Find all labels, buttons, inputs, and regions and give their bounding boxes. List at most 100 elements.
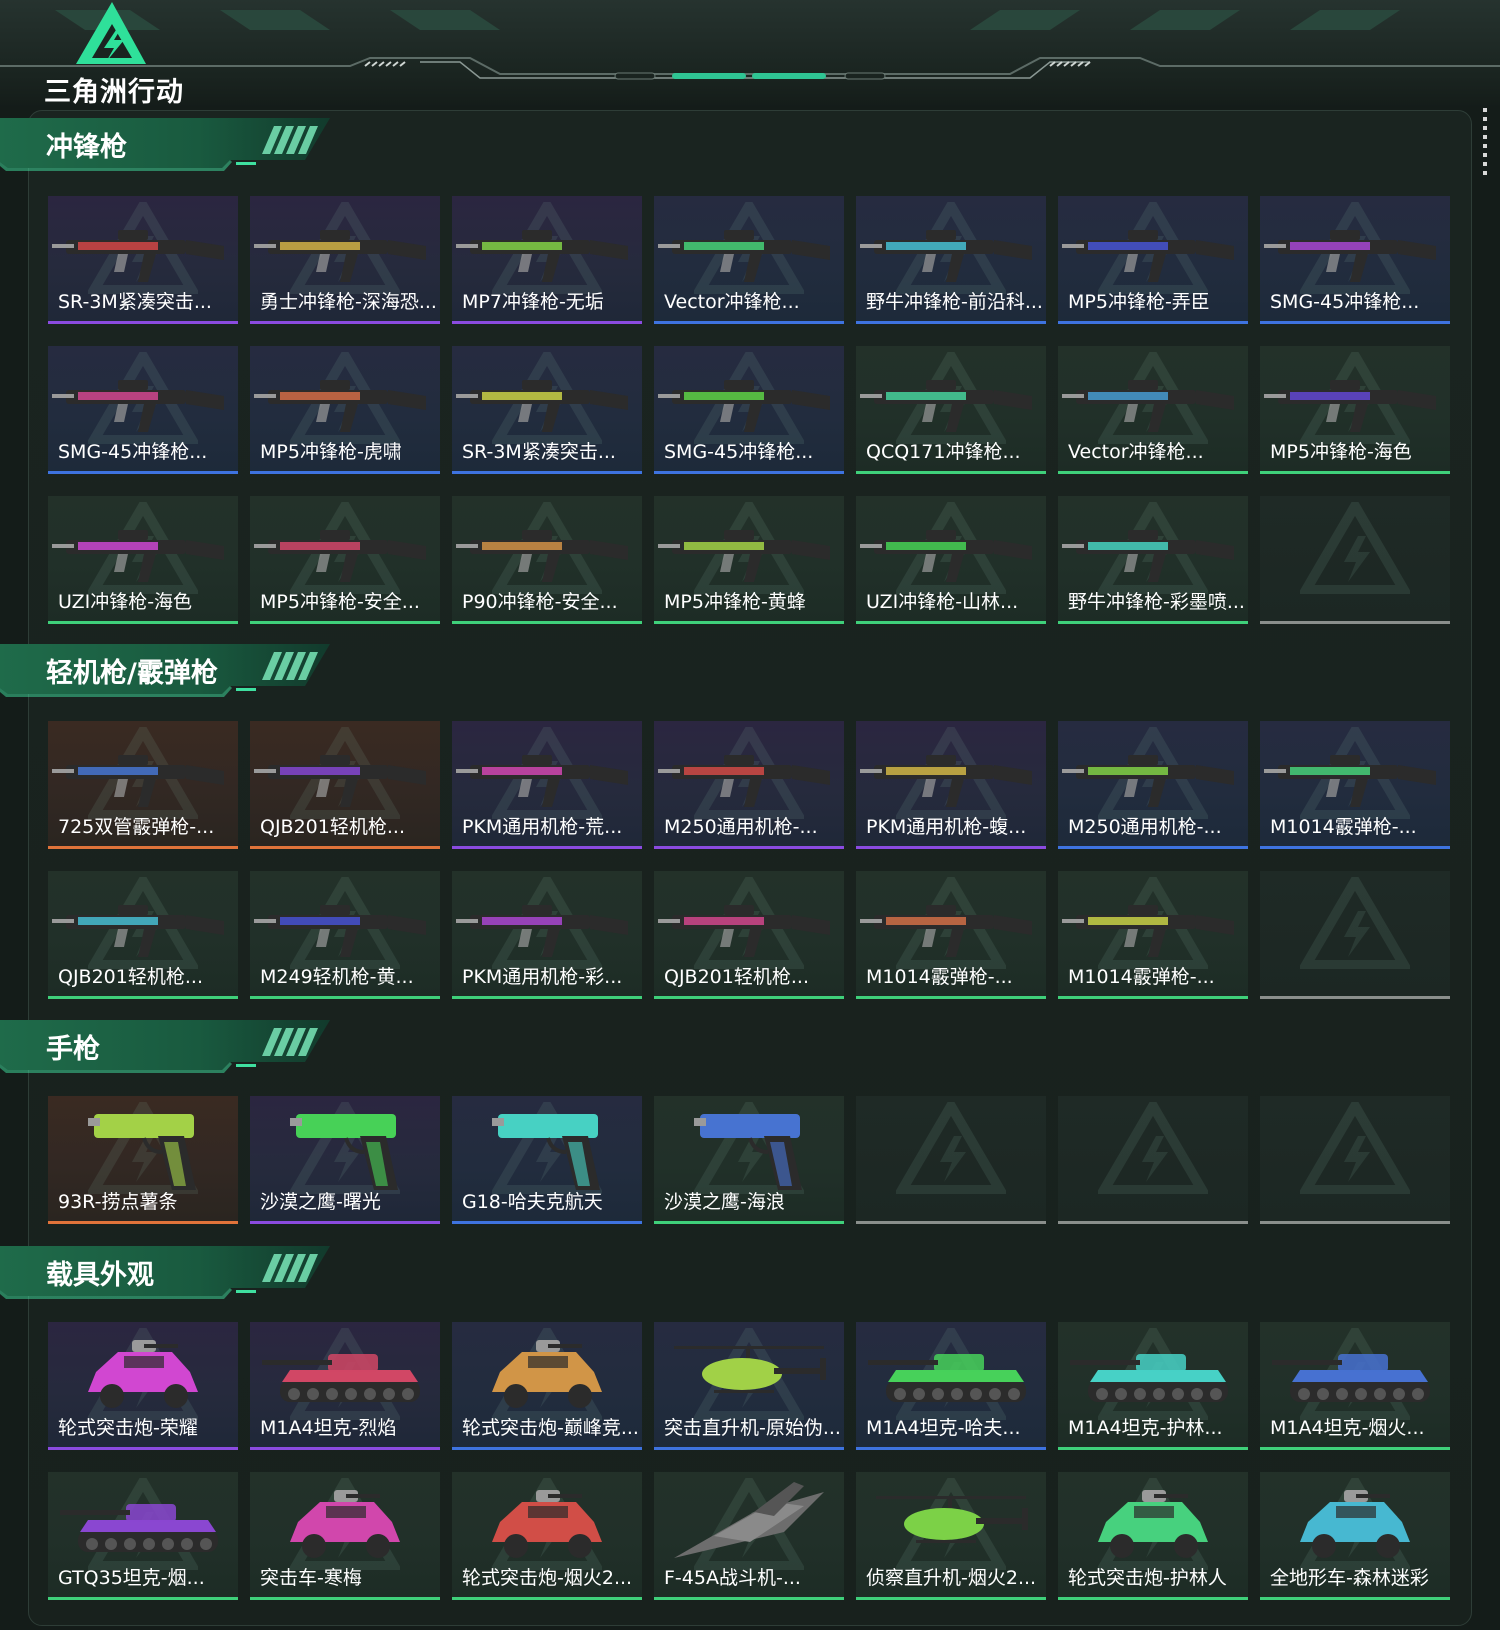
item-card[interactable]: 沙漠之鹰-曙光 <box>250 1096 440 1224</box>
item-label: 野牛冲锋枪-前沿科... <box>866 291 1043 313</box>
item-card[interactable]: MP7冲锋枪-无垢 <box>452 196 642 324</box>
item-card[interactable]: MP5冲锋枪-安全... <box>250 496 440 624</box>
item-label: GTQ35坦克-烟... <box>58 1567 205 1589</box>
item-card[interactable]: 突击车-寒梅 <box>250 1472 440 1600</box>
item-card[interactable]: QCQ171冲锋枪... <box>856 346 1046 474</box>
item-label: PKM通用机枪-荒... <box>462 816 623 838</box>
item-card[interactable]: 勇士冲锋枪-深海恐... <box>250 196 440 324</box>
item-card[interactable]: M250通用机枪-... <box>654 721 844 849</box>
item-card[interactable]: 突击直升机-原始伪... <box>654 1322 844 1450</box>
item-card[interactable]: 野牛冲锋枪-前沿科... <box>856 196 1046 324</box>
item-card[interactable]: GTQ35坦克-烟... <box>48 1472 238 1600</box>
item-card[interactable]: 725双管霰弹枪-... <box>48 721 238 849</box>
item-card[interactable]: P90冲锋枪-安全... <box>452 496 642 624</box>
item-label: M1A4坦克-烈焰 <box>260 1417 397 1439</box>
item-card[interactable]: Vector冲锋枪... <box>654 196 844 324</box>
item-label: 野牛冲锋枪-彩墨喷... <box>1068 591 1245 613</box>
item-card[interactable]: SMG-45冲锋枪... <box>1260 196 1450 324</box>
item-label: M250通用机枪-... <box>1068 816 1222 838</box>
item-card[interactable]: Vector冲锋枪... <box>1058 346 1248 474</box>
item-label: 93R-捞点薯条 <box>58 1191 178 1213</box>
item-label: P90冲锋枪-安全... <box>462 591 618 613</box>
item-card[interactable]: F-45A战斗机-... <box>654 1472 844 1600</box>
section-header: 冲锋枪 <box>0 118 340 174</box>
item-label: 侦察直升机-烟火2... <box>866 1567 1037 1589</box>
item-label: M250通用机枪-... <box>664 816 818 838</box>
item-label: 沙漠之鹰-海浪 <box>664 1191 785 1213</box>
item-card[interactable]: M1A4坦克-烈焰 <box>250 1322 440 1450</box>
item-grid: 轮式突击炮-荣耀 M1A4坦克-烈焰 轮式突击炮-巅峰竞... 突击直升机-原始… <box>48 1322 1450 1600</box>
item-label: MP7冲锋枪-无垢 <box>462 291 604 313</box>
item-card[interactable]: SR-3M紧凑突击... <box>452 346 642 474</box>
item-card[interactable]: M1A4坦克-烟火... <box>1260 1322 1450 1450</box>
item-label: 全地形车-森林迷彩 <box>1270 1567 1429 1589</box>
item-card[interactable]: G18-哈夫克航天 <box>452 1096 642 1224</box>
item-card[interactable]: PKM通用机枪-蝮... <box>856 721 1046 849</box>
item-card[interactable]: M1A4坦克-哈夫... <box>856 1322 1046 1450</box>
brand-logo-text: 三角洲行动 <box>44 77 184 108</box>
item-label: MP5冲锋枪-弄臣 <box>1068 291 1210 313</box>
item-grid: 725双管霰弹枪-... QJB201轻机枪... PKM通用机枪-荒... M… <box>48 721 1450 999</box>
item-card[interactable]: M1A4坦克-护林... <box>1058 1322 1248 1450</box>
item-label: QJB201轻机枪... <box>664 966 809 988</box>
item-label: MP5冲锋枪-海色 <box>1270 441 1412 463</box>
item-label: Vector冲锋枪... <box>664 291 800 313</box>
empty-item-slot <box>1260 1096 1450 1224</box>
watermark-logo-icon <box>896 1102 1006 1194</box>
item-card[interactable]: 轮式突击炮-荣耀 <box>48 1322 238 1450</box>
item-card[interactable]: 野牛冲锋枪-彩墨喷... <box>1058 496 1248 624</box>
item-label: MP5冲锋枪-安全... <box>260 591 420 613</box>
item-card[interactable]: SMG-45冲锋枪... <box>48 346 238 474</box>
item-label: G18-哈夫克航天 <box>462 1191 603 1213</box>
section-title: 载具外观 <box>46 1260 154 1291</box>
section-title: 手枪 <box>46 1034 100 1065</box>
item-label: Vector冲锋枪... <box>1068 441 1204 463</box>
item-card[interactable]: QJB201轻机枪... <box>654 871 844 999</box>
item-card[interactable]: M250通用机枪-... <box>1058 721 1248 849</box>
item-card[interactable]: 侦察直升机-烟火2... <box>856 1472 1046 1600</box>
item-card[interactable]: UZI冲锋枪-海色 <box>48 496 238 624</box>
item-label: M1A4坦克-烟火... <box>1270 1417 1425 1439</box>
item-label: 轮式突击炮-护林人 <box>1068 1567 1227 1589</box>
item-card[interactable]: M1014霰弹枪-... <box>856 871 1046 999</box>
item-grid: SR-3M紧凑突击... 勇士冲锋枪-深海恐... MP7冲锋枪-无垢 Vect… <box>48 196 1450 624</box>
item-card[interactable]: SR-3M紧凑突击... <box>48 196 238 324</box>
item-label: SR-3M紧凑突击... <box>462 441 616 463</box>
empty-item-slot <box>856 1096 1046 1224</box>
section-title: 轻机枪/霰弹枪 <box>46 658 218 689</box>
item-card[interactable]: PKM通用机枪-荒... <box>452 721 642 849</box>
item-card[interactable]: SMG-45冲锋枪... <box>654 346 844 474</box>
item-label: QJB201轻机枪... <box>260 816 405 838</box>
item-card[interactable]: 沙漠之鹰-海浪 <box>654 1096 844 1224</box>
item-card[interactable]: 93R-捞点薯条 <box>48 1096 238 1224</box>
item-card[interactable]: 轮式突击炮-巅峰竞... <box>452 1322 642 1450</box>
item-card[interactable]: 轮式突击炮-烟火2... <box>452 1472 642 1600</box>
item-card[interactable]: MP5冲锋枪-虎啸 <box>250 346 440 474</box>
item-card[interactable]: M1014霰弹枪-... <box>1260 721 1450 849</box>
item-card[interactable]: UZI冲锋枪-山林... <box>856 496 1046 624</box>
banner-decoration <box>0 2 1500 80</box>
item-card[interactable]: 轮式突击炮-护林人 <box>1058 1472 1248 1600</box>
item-card[interactable]: M249轻机枪-黄... <box>250 871 440 999</box>
item-card[interactable]: MP5冲锋枪-海色 <box>1260 346 1450 474</box>
item-label: 沙漠之鹰-曙光 <box>260 1191 381 1213</box>
item-label: QCQ171冲锋枪... <box>866 441 1021 463</box>
item-card[interactable]: PKM通用机枪-彩... <box>452 871 642 999</box>
empty-item-slot <box>1260 496 1450 624</box>
item-label: M249轻机枪-黄... <box>260 966 414 988</box>
item-label: 轮式突击炮-荣耀 <box>58 1417 198 1439</box>
item-label: SR-3M紧凑突击... <box>58 291 212 313</box>
item-card[interactable]: QJB201轻机枪... <box>250 721 440 849</box>
item-card[interactable]: M1014霰弹枪-... <box>1058 871 1248 999</box>
item-card[interactable]: MP5冲锋枪-弄臣 <box>1058 196 1248 324</box>
item-card[interactable]: MP5冲锋枪-黄蜂 <box>654 496 844 624</box>
item-card[interactable]: QJB201轻机枪... <box>48 871 238 999</box>
item-label: 突击车-寒梅 <box>260 1567 362 1589</box>
watermark-logo-icon <box>1098 1102 1208 1194</box>
item-grid: 93R-捞点薯条 沙漠之鹰-曙光 G18-哈夫克航天 沙漠之鹰-海浪 <box>48 1096 1450 1224</box>
scrollbar[interactable] <box>1483 108 1487 180</box>
item-label: 轮式突击炮-巅峰竞... <box>462 1417 639 1439</box>
section-title: 冲锋枪 <box>46 132 127 163</box>
top-banner: 三角洲行动 <box>0 0 1500 108</box>
item-card[interactable]: 全地形车-森林迷彩 <box>1260 1472 1450 1600</box>
